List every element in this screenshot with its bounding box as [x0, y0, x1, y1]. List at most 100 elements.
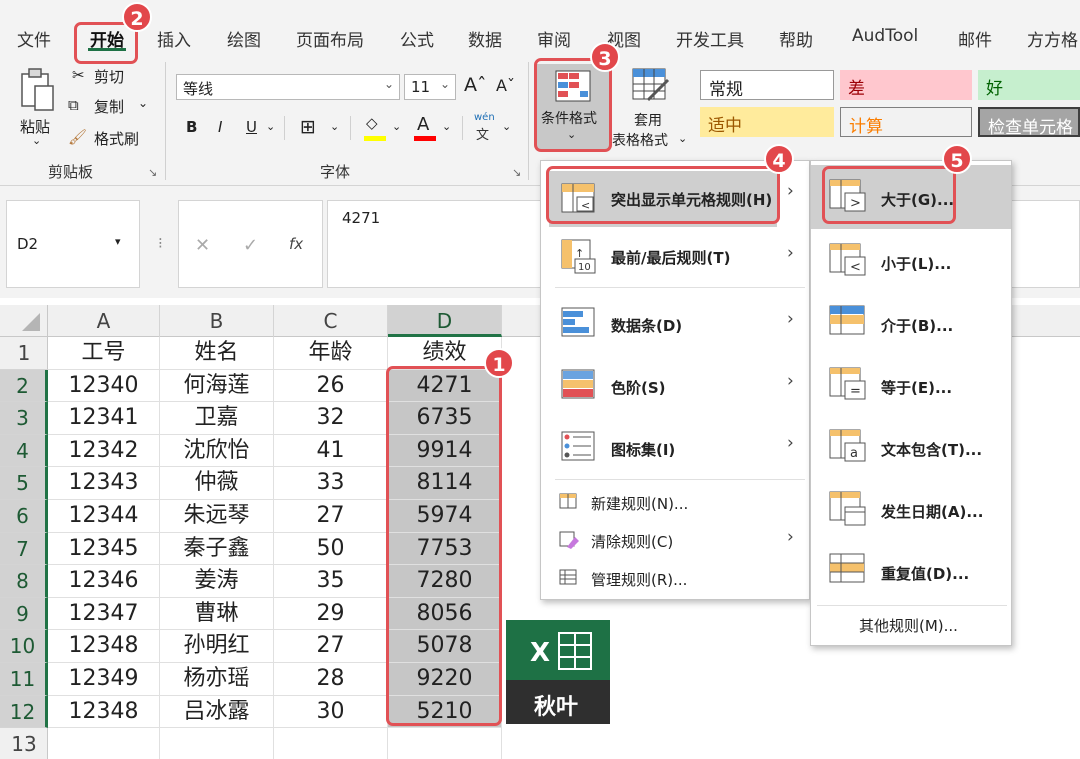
row-header[interactable]: 10 [0, 630, 48, 663]
increase-font-icon[interactable]: Aˆ [464, 74, 487, 96]
cell-age[interactable]: 26 [274, 369, 388, 403]
submenu-item-text-contains[interactable]: a 文本包含(T)... [811, 419, 1011, 479]
row-header[interactable]: 7 [0, 532, 48, 566]
menu-item-new-rule[interactable]: 新建规则(N)... [549, 487, 805, 519]
bold-button[interactable]: B [186, 118, 197, 136]
cell-age[interactable]: 41 [274, 434, 388, 468]
tab-developer[interactable]: 开发工具 [676, 26, 744, 51]
drag-handle-icon[interactable]: ⁝ [158, 234, 163, 252]
phonetic-guide-button[interactable]: wén [474, 112, 495, 123]
paste-button[interactable]: 粘贴 ⌄ [14, 66, 58, 147]
cell-name[interactable]: 杨亦瑶 [160, 663, 274, 696]
row-header[interactable]: 6 [0, 500, 48, 533]
cell-employee-id[interactable]: 12345 [48, 532, 160, 566]
row-header[interactable]: 1 [0, 337, 48, 370]
cell-name[interactable]: 曹琳 [160, 597, 274, 631]
column-header-b[interactable]: B [160, 305, 274, 337]
tab-insert[interactable]: 插入 [157, 26, 191, 51]
empty-cell[interactable] [48, 728, 160, 759]
name-box[interactable]: D2 ▾ [6, 200, 140, 288]
cell-employee-id[interactable]: 12347 [48, 597, 160, 631]
empty-cell[interactable] [160, 728, 274, 759]
font-size-combo[interactable]: 11 ⌄ [404, 74, 456, 100]
decrease-font-icon[interactable]: Aˇ [496, 76, 515, 95]
tab-audtool[interactable]: AudTool [852, 26, 918, 46]
menu-item-manage-rules[interactable]: 管理规则(R)... [549, 563, 805, 595]
chevron-down-icon[interactable]: ⌄ [392, 120, 401, 133]
tab-review[interactable]: 审阅 [537, 26, 571, 51]
cell-name[interactable]: 卫嘉 [160, 402, 274, 435]
submenu-item-equal-to[interactable]: = 等于(E)... [811, 357, 1011, 417]
cell-name[interactable]: 仲薇 [160, 467, 274, 500]
menu-item-color-scales[interactable]: 色阶(S) [549, 357, 805, 413]
row-header[interactable]: 11 [0, 663, 48, 696]
empty-cell[interactable] [274, 728, 388, 759]
submenu-item-less-than[interactable]: < 小于(L)... [811, 233, 1011, 293]
copy-button[interactable]: ⧉ 复制 ⌄ [68, 96, 152, 118]
menu-item-clear-rules[interactable]: 清除规则(C) [549, 525, 805, 557]
cell-name[interactable]: 吕冰露 [160, 695, 274, 729]
cell-age[interactable]: 29 [274, 597, 388, 631]
dropdown-arrow-icon[interactable]: ▾ [115, 235, 121, 248]
dialog-launcher-icon[interactable]: ↘ [148, 166, 157, 179]
cell-age[interactable]: 50 [274, 532, 388, 566]
tab-file[interactable]: 文件 [17, 26, 51, 51]
submenu-item-duplicate-values[interactable]: 重复值(D)... [811, 543, 1011, 603]
tab-mail[interactable]: 邮件 [958, 26, 992, 51]
cell-employee-id[interactable]: 12340 [48, 369, 160, 403]
format-painter-button[interactable]: 🖌 格式刷 [68, 128, 152, 150]
empty-cell[interactable] [388, 728, 502, 759]
cell-employee-id[interactable]: 12348 [48, 630, 160, 663]
tab-formulas[interactable]: 公式 [400, 26, 434, 51]
row-header[interactable]: 2 [0, 369, 48, 403]
cell-employee-id[interactable]: 12348 [48, 695, 160, 729]
row-header[interactable]: 8 [0, 565, 48, 598]
cut-button[interactable]: ✂ 剪切 [72, 66, 152, 88]
tab-fangfangge[interactable]: 方方格 [1027, 26, 1078, 51]
cell-employee-id[interactable]: 12341 [48, 402, 160, 435]
cell-age[interactable]: 32 [274, 402, 388, 435]
row-header[interactable]: 12 [0, 695, 48, 729]
header-cell[interactable]: 工号 [48, 337, 160, 370]
paste-dropdown-icon[interactable]: ⌄ [32, 134, 41, 147]
style-bad[interactable]: 差 [840, 70, 972, 100]
row-header[interactable]: 5 [0, 467, 48, 500]
cancel-icon[interactable]: ✕ [195, 235, 210, 256]
chevron-down-icon[interactable]: ⌄ [442, 120, 451, 133]
style-good[interactable]: 好 [978, 70, 1080, 100]
cell-age[interactable]: 35 [274, 565, 388, 598]
menu-item-icon-sets[interactable]: 图标集(I) [549, 419, 805, 475]
cell-name[interactable]: 姜涛 [160, 565, 274, 598]
style-normal[interactable]: 常规 [700, 70, 834, 100]
font-color-button[interactable]: A [414, 112, 436, 142]
cell-age[interactable]: 33 [274, 467, 388, 500]
header-cell[interactable]: 姓名 [160, 337, 274, 370]
fill-color-button[interactable]: ◇ [364, 114, 388, 142]
insert-function-button[interactable]: fx [289, 235, 303, 253]
tab-data[interactable]: 数据 [468, 26, 502, 51]
chevron-down-icon[interactable]: ⌄ [502, 120, 511, 133]
column-header-c[interactable]: C [274, 305, 388, 337]
cell-name[interactable]: 朱远琴 [160, 500, 274, 533]
cell-employee-id[interactable]: 12342 [48, 434, 160, 468]
cell-age[interactable]: 28 [274, 663, 388, 696]
cell-employee-id[interactable]: 12344 [48, 500, 160, 533]
format-as-table-button[interactable]: 套用 表格格式 ⌄ [612, 64, 690, 150]
confirm-icon[interactable]: ✓ [243, 235, 258, 256]
style-check-cell[interactable]: 检查单元格 [978, 107, 1080, 137]
font-name-combo[interactable]: 等线 ⌄ [176, 74, 400, 100]
chevron-down-icon[interactable]: ⌄ [330, 120, 339, 133]
menu-item-top-bottom-rules[interactable]: ↑ 10 最前/最后规则(T) [549, 229, 805, 285]
style-neutral[interactable]: 适中 [700, 107, 834, 137]
cell-name[interactable]: 沈欣怡 [160, 434, 274, 468]
row-header[interactable]: 4 [0, 434, 48, 468]
cell-name[interactable]: 秦子鑫 [160, 532, 274, 566]
column-header-d[interactable]: D [388, 305, 502, 337]
menu-item-data-bars[interactable]: 数据条(D) [549, 295, 805, 351]
cell-age[interactable]: 27 [274, 500, 388, 533]
tab-help[interactable]: 帮助 [779, 26, 813, 51]
cell-name[interactable]: 孙明红 [160, 630, 274, 663]
copy-dropdown-icon[interactable]: ⌄ [138, 96, 148, 110]
tab-page-layout[interactable]: 页面布局 [296, 26, 364, 51]
cell-age[interactable]: 27 [274, 630, 388, 663]
